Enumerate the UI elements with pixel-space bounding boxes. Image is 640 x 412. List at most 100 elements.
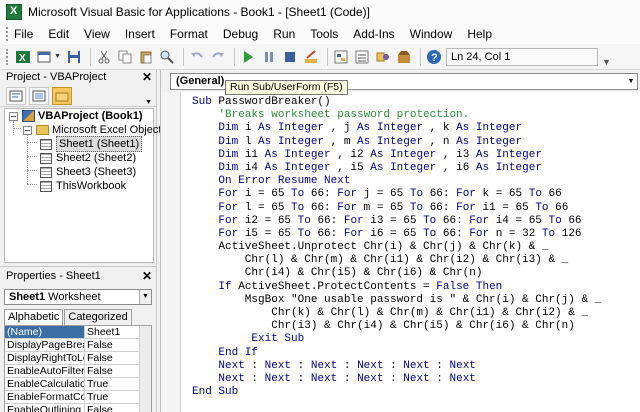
tree-node-sheet1[interactable]: Sheet1 (Sheet1): [39, 136, 143, 152]
code-line[interactable]: 'Breaks worksheet password protection.: [192, 109, 601, 122]
code-editor[interactable]: Sub PasswordBreaker() 'Breaks worksheet …: [192, 96, 601, 399]
menu-grip[interactable]: [6, 27, 10, 41]
property-value[interactable]: False: [85, 339, 113, 351]
code-line[interactable]: Sub PasswordBreaker(): [192, 96, 601, 109]
redo-icon[interactable]: [209, 48, 227, 66]
toolbar-grip[interactable]: [6, 48, 10, 65]
object-browser-icon[interactable]: [374, 48, 392, 66]
property-value[interactable]: False: [85, 352, 113, 364]
property-row[interactable]: EnableFormatCon True: [5, 391, 151, 404]
property-row[interactable]: EnableOutlining False: [5, 404, 151, 412]
cut-icon[interactable]: [95, 48, 113, 66]
property-row[interactable]: DisplayPageBreak False: [5, 339, 151, 352]
toolbox-icon[interactable]: [395, 48, 413, 66]
object-selector[interactable]: Sheet1 Worksheet ▼: [4, 289, 152, 305]
help-icon[interactable]: ?: [425, 48, 443, 66]
save-icon[interactable]: [65, 48, 83, 66]
tree-node-sheet3[interactable]: Sheet3 (Sheet3): [39, 165, 136, 179]
paste-icon[interactable]: [137, 48, 155, 66]
code-keyword: To: [291, 201, 311, 214]
tooltip: Run Sub/UserForm (F5): [225, 80, 348, 95]
find-icon[interactable]: [158, 48, 176, 66]
menu-file[interactable]: File: [14, 27, 33, 41]
menu-run[interactable]: Run: [273, 27, 295, 41]
tree-node-sheet2[interactable]: Sheet2 (Sheet2): [39, 151, 136, 165]
menu-debug[interactable]: Debug: [223, 27, 258, 41]
code-line[interactable]: Chr(l) & Chr(m) & Chr(i1) & Chr(i2) & Ch…: [192, 254, 601, 267]
code-line[interactable]: Chr(i4) & Chr(i5) & Chr(i6) & Chr(n): [192, 267, 601, 280]
code-line[interactable]: Exit Sub: [192, 333, 601, 346]
code-line[interactable]: End If: [192, 347, 601, 360]
reset-icon[interactable]: [281, 48, 299, 66]
property-row[interactable]: EnableCalculation True: [5, 378, 151, 391]
collapse-toggle-icon[interactable]: −: [9, 111, 18, 121]
chevron-down-icon[interactable]: ▼: [145, 99, 152, 106]
object-selector-name: Sheet1: [9, 291, 46, 303]
insert-userform-icon[interactable]: [35, 48, 53, 66]
close-icon[interactable]: ✕: [142, 70, 152, 84]
tab-categorized[interactable]: Categorized: [64, 309, 132, 325]
menu-edit[interactable]: Edit: [48, 27, 69, 41]
code-text: l: [244, 135, 259, 148]
toggle-folders-icon[interactable]: [52, 86, 72, 105]
code-line[interactable]: Dim i1 As Integer , i2 As Integer , i3 A…: [192, 149, 601, 162]
code-keyword: Dim: [218, 148, 245, 161]
break-icon[interactable]: [260, 48, 278, 66]
chevron-down-icon[interactable]: ▼: [625, 74, 637, 89]
view-excel-icon[interactable]: X: [14, 48, 32, 66]
properties-window-icon[interactable]: [353, 48, 371, 66]
tree-node-vbaproject[interactable]: − VBAProject (Book1): [9, 109, 143, 123]
code-line[interactable]: For i2 = 65 To 66: For i3 = 65 To 66: Fo…: [192, 215, 601, 228]
chevron-down-icon[interactable]: ▼: [54, 53, 62, 60]
object-dropdown-value: (General): [176, 75, 225, 87]
code-line[interactable]: For i = 65 To 66: For j = 65 To 66: For …: [192, 188, 601, 201]
menu-window[interactable]: Window: [410, 27, 453, 41]
code-margin[interactable]: [161, 92, 181, 412]
menu-insert[interactable]: Insert: [125, 27, 155, 41]
toolbar-overflow-icon[interactable]: ▼: [602, 57, 611, 69]
menu-format[interactable]: Format: [170, 27, 208, 41]
property-value[interactable]: Sheet1: [85, 326, 120, 338]
property-row[interactable]: DisplayRightToLef False: [5, 352, 151, 365]
view-code-icon[interactable]: [6, 86, 26, 105]
code-line[interactable]: ActiveSheet.Unprotect Chr(i) & Chr(j) & …: [192, 241, 601, 254]
code-line[interactable]: Chr(i3) & Chr(i4) & Chr(i5) & Chr(i6) & …: [192, 320, 601, 333]
collapse-toggle-icon[interactable]: −: [23, 125, 32, 135]
project-explorer-icon[interactable]: [332, 48, 350, 66]
property-value[interactable]: True: [85, 378, 108, 390]
code-line[interactable]: Next : Next : Next : Next : Next : Next: [192, 360, 601, 373]
view-object-icon[interactable]: [29, 86, 49, 105]
design-mode-icon[interactable]: [302, 48, 320, 66]
code-line[interactable]: For i5 = 65 To 66: For i6 = 65 To 66: Fo…: [192, 228, 601, 241]
property-row[interactable]: (Name) Sheet1: [5, 326, 151, 339]
code-line[interactable]: Dim l As Integer , m As Integer , n As I…: [192, 136, 601, 149]
close-icon[interactable]: ✕: [142, 269, 152, 283]
code-line[interactable]: If ActiveSheet.ProtectContents = False T…: [192, 281, 601, 294]
code-line[interactable]: Dim i4 As Integer , i5 As Integer , i6 A…: [192, 162, 601, 175]
code-line[interactable]: For l = 65 To 66: For m = 65 To 66: For …: [192, 202, 601, 215]
code-line[interactable]: Chr(k) & Chr(l) & Chr(m) & Chr(i1) & Chr…: [192, 307, 601, 320]
tree-node-excel-objects[interactable]: − Microsoft Excel Objects: [23, 123, 167, 137]
code-line[interactable]: On Error Resume Next: [192, 175, 601, 188]
property-value[interactable]: False: [85, 404, 113, 412]
code-line[interactable]: End Sub: [192, 386, 601, 399]
properties-scrollbar[interactable]: [139, 326, 151, 412]
menu-help[interactable]: Help: [467, 27, 492, 41]
menu-tools[interactable]: Tools: [310, 27, 338, 41]
code-line[interactable]: Next : Next : Next : Next : Next : Next: [192, 373, 601, 386]
tree-node-thisworkbook[interactable]: ThisWorkbook: [39, 179, 126, 193]
property-row[interactable]: EnableAutoFilter False: [5, 365, 151, 378]
run-icon[interactable]: [239, 48, 257, 66]
copy-icon[interactable]: [116, 48, 134, 66]
property-value[interactable]: False: [85, 365, 113, 377]
code-line[interactable]: MsgBox "One usable password is " & Chr(i…: [192, 294, 601, 307]
chevron-down-icon[interactable]: ▼: [139, 290, 151, 304]
tab-alphabetic[interactable]: Alphabetic: [4, 309, 64, 325]
code-line[interactable]: Dim i As Integer , j As Integer , k As I…: [192, 122, 601, 135]
menu-add-ins[interactable]: Add-Ins: [353, 27, 394, 41]
undo-icon[interactable]: [188, 48, 206, 66]
property-value[interactable]: True: [85, 391, 108, 403]
code-keyword: Next: [357, 359, 391, 372]
menu-view[interactable]: View: [84, 27, 110, 41]
